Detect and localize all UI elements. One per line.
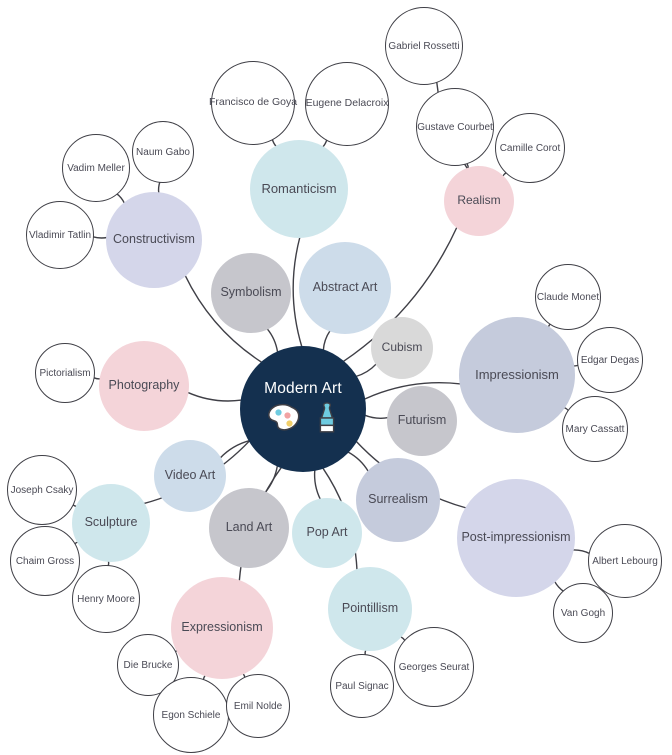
branch-node-photography[interactable]: Photography: [99, 341, 189, 431]
node-label: Surrealism: [368, 492, 428, 507]
leaf-node-emil-nolde[interactable]: Emil Nolde: [226, 674, 290, 738]
node-label: Gabriel Rossetti: [388, 40, 460, 52]
leaf-node-chaim-gross[interactable]: Chaim Gross: [10, 526, 80, 596]
branch-node-pointillism[interactable]: Pointillism: [328, 567, 412, 651]
node-label: Abstract Art: [312, 280, 378, 295]
mindmap-edge: [572, 549, 591, 555]
leaf-node-mary-cassatt[interactable]: Mary Cassatt: [562, 396, 628, 462]
leaf-node-henry-moore[interactable]: Henry Moore: [72, 565, 140, 633]
branch-node-constructivism[interactable]: Constructivism: [106, 192, 202, 288]
root-icon-group: [267, 401, 339, 439]
branch-node-impressionism[interactable]: Impressionism: [459, 317, 575, 433]
leaf-node-georges-seurat[interactable]: Georges Seurat: [394, 627, 474, 707]
node-label: Photography: [108, 378, 180, 393]
leaf-node-egon-schiele[interactable]: Egon Schiele: [153, 677, 229, 753]
node-label: Expressionism: [181, 620, 263, 635]
leaf-node-gabriel-rossetti[interactable]: Gabriel Rossetti: [385, 7, 463, 85]
leaf-node-claude-monet[interactable]: Claude Monet: [535, 264, 601, 330]
branch-node-symbolism[interactable]: Symbolism: [211, 253, 291, 333]
node-label: Henry Moore: [77, 593, 135, 605]
node-label: Impressionism: [475, 366, 559, 382]
mindmap-edge: [322, 329, 331, 352]
node-label: Gustave Courbet: [417, 121, 493, 133]
branch-node-expressionism[interactable]: Expressionism: [171, 577, 273, 679]
leaf-node-pictorialism[interactable]: Pictorialism: [35, 343, 95, 403]
branch-node-romanticism[interactable]: Romanticism: [250, 140, 348, 238]
node-label: Georges Seurat: [398, 661, 470, 673]
node-label: Eugene Delacroix: [305, 97, 389, 110]
node-label: Sculpture: [84, 515, 138, 530]
paintbrush-icon: [315, 401, 339, 439]
node-label: Vadim Meller: [67, 162, 125, 174]
node-label: Pointillism: [341, 601, 399, 616]
leaf-node-camille-corot[interactable]: Camille Corot: [495, 113, 565, 183]
node-label: Post-impressionism: [461, 530, 571, 545]
leaf-node-naum-gabo[interactable]: Naum Gabo: [132, 121, 194, 183]
branch-node-pop-art[interactable]: Pop Art: [292, 498, 362, 568]
node-label: Edgar Degas: [580, 354, 640, 366]
node-label: Francisco de Goya: [208, 96, 298, 109]
leaf-node-paul-signac[interactable]: Paul Signac: [330, 654, 394, 718]
node-label: Romanticism: [261, 180, 337, 196]
mindmap-edge: [355, 363, 378, 378]
mindmap-edge: [186, 391, 243, 402]
leaf-node-eugene-delacroix[interactable]: Eugene Delacroix: [305, 62, 389, 146]
node-label: Naum Gabo: [136, 146, 190, 158]
node-label: Futurism: [397, 413, 447, 428]
mindmap-canvas: Romanticism Francisco de Goya Eugene Delac…: [0, 0, 672, 755]
node-label: Claude Monet: [536, 291, 600, 303]
node-label: Land Art: [225, 520, 273, 535]
branch-node-realism[interactable]: Realism: [444, 166, 514, 236]
leaf-node-vadim-meller[interactable]: Vadim Meller: [62, 134, 130, 202]
node-label: Die Brucke: [123, 659, 173, 671]
leaf-node-francisco-de-goya[interactable]: Francisco de Goya: [209, 61, 297, 145]
branch-node-futurism[interactable]: Futurism: [387, 386, 457, 456]
mindmap-edge: [92, 236, 108, 239]
node-label: Emil Nolde: [233, 700, 283, 712]
branch-node-post-impressionism[interactable]: Post-impressionism: [457, 479, 575, 597]
node-label: Cubism: [381, 340, 423, 355]
branch-node-cubism[interactable]: Cubism: [371, 317, 433, 379]
mindmap-edge: [347, 451, 370, 473]
node-label: Pictorialism: [39, 367, 91, 379]
branch-node-abstract-art[interactable]: Abstract Art: [299, 242, 391, 334]
branch-node-sculpture[interactable]: Sculpture: [72, 484, 150, 562]
branch-node-land-art[interactable]: Land Art: [209, 488, 289, 568]
node-label: Pop Art: [306, 525, 348, 540]
leaf-node-van-gogh[interactable]: Van Gogh: [553, 583, 613, 643]
branch-node-surrealism[interactable]: Surrealism: [356, 458, 440, 542]
root-node-label: Modern Art: [264, 379, 342, 397]
node-label: Mary Cassatt: [565, 423, 625, 435]
node-label: Paul Signac: [335, 680, 389, 692]
branch-node-video-art[interactable]: Video Art: [154, 440, 226, 512]
leaf-node-vladimir-tatlin[interactable]: Vladimir Tatlin: [26, 201, 94, 269]
palette-icon: [267, 403, 309, 438]
root-node-modern-art[interactable]: Modern Art: [240, 346, 366, 472]
node-label: Chaim Gross: [15, 555, 75, 567]
node-label: Albert Lebourg: [592, 555, 658, 567]
node-label: Vladimir Tatlin: [28, 229, 92, 241]
mindmap-edge: [266, 327, 279, 354]
mindmap-edge: [364, 414, 389, 419]
mindmap-edge: [313, 469, 322, 501]
leaf-node-gustave-courbet[interactable]: Gustave Courbet: [416, 88, 494, 166]
node-label: Constructivism: [113, 232, 195, 247]
node-label: Joseph Csaky: [10, 484, 74, 496]
node-label: Camille Corot: [499, 142, 561, 154]
node-label: Realism: [457, 193, 501, 208]
leaf-node-joseph-csaky[interactable]: Joseph Csaky: [7, 455, 77, 525]
leaf-node-edgar-degas[interactable]: Edgar Degas: [577, 327, 643, 393]
node-label: Egon Schiele: [161, 709, 221, 721]
node-label: Video Art: [164, 468, 216, 483]
mindmap-edge: [264, 464, 279, 494]
node-label: Van Gogh: [560, 607, 606, 619]
node-label: Symbolism: [220, 285, 282, 300]
